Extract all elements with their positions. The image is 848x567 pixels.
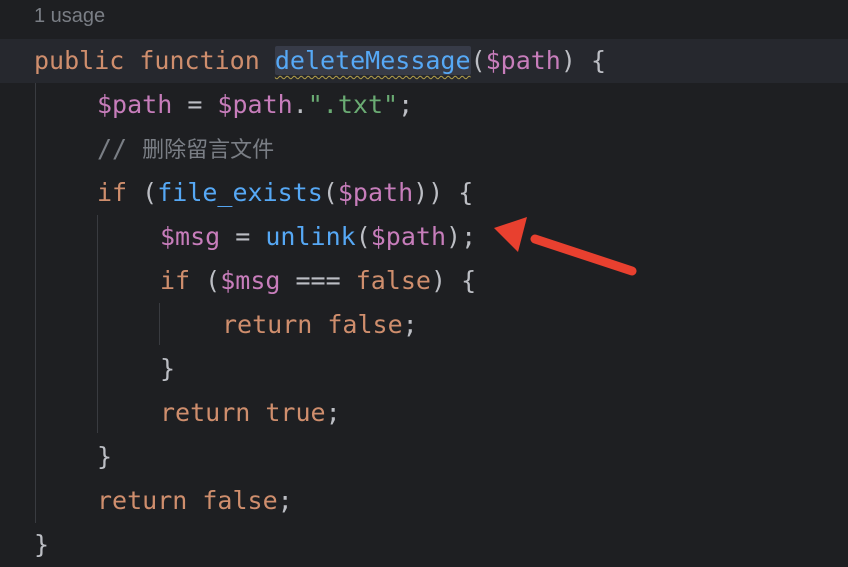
punctuation: ) {	[560, 46, 607, 75]
operator: =	[172, 90, 218, 119]
keyword-return: return	[222, 310, 313, 339]
code-line-1[interactable]: public function deleteMessage($path) {	[34, 39, 606, 83]
punctuation: ;	[402, 310, 418, 339]
keyword-return: return	[97, 486, 188, 515]
keyword-false: false	[202, 486, 278, 515]
keyword-public: public	[34, 46, 125, 75]
code-line-7[interactable]: return false;	[222, 303, 418, 347]
indent-guide	[97, 215, 98, 433]
closing-brace: }	[160, 354, 176, 383]
function-call-unlink: unlink	[265, 222, 356, 251]
operator: =	[220, 222, 266, 251]
code-line-6[interactable]: if ($msg === false) {	[160, 259, 476, 303]
punctuation: ;	[277, 486, 293, 515]
keyword-false: false	[327, 310, 403, 339]
punctuation: )) {	[413, 178, 474, 207]
keyword-false: false	[355, 266, 431, 295]
punctuation: (	[322, 178, 338, 207]
punctuation: ;	[325, 398, 341, 427]
usage-hint-link[interactable]: 1 usage	[34, 5, 105, 28]
code-line-2[interactable]: $path = $path.".txt";	[97, 83, 413, 127]
keyword-true: true	[265, 398, 326, 427]
punctuation: ;	[398, 90, 414, 119]
keyword-function: function	[139, 46, 260, 75]
parameter-path: $path	[485, 46, 561, 75]
code-line-10[interactable]: }	[97, 435, 112, 479]
variable-path: $path	[217, 90, 293, 119]
code-line-8[interactable]: }	[160, 347, 175, 391]
string-literal: ".txt"	[307, 90, 399, 119]
punctuation: );	[446, 222, 477, 251]
code-line-5[interactable]: $msg = unlink($path);	[160, 215, 476, 259]
indent-guide	[159, 303, 160, 345]
indent-guide	[35, 83, 36, 523]
keyword-if: if	[160, 266, 191, 295]
punctuation: ) {	[430, 266, 477, 295]
punctuation: (	[190, 266, 221, 295]
punctuation: (	[470, 46, 486, 75]
variable-msg: $msg	[160, 222, 221, 251]
comment-slashes: //	[97, 134, 143, 163]
comment-text: 删除留言文件	[142, 138, 275, 163]
punctuation: (	[127, 178, 158, 207]
operator: ===	[280, 266, 356, 295]
function-name-declaration[interactable]: deleteMessage	[274, 46, 471, 75]
code-line-4[interactable]: if (file_exists($path)) {	[97, 171, 473, 215]
variable-msg: $msg	[220, 266, 281, 295]
code-line-9[interactable]: return true;	[160, 391, 341, 435]
operator: .	[292, 90, 308, 119]
code-editor[interactable]: 1 usage public function deleteMessage($p…	[0, 0, 848, 564]
keyword-if: if	[97, 178, 128, 207]
code-line-3[interactable]: // 删除留言文件	[97, 127, 274, 171]
closing-brace: }	[34, 530, 50, 559]
function-call-file-exists: file_exists	[157, 178, 323, 207]
closing-brace: }	[97, 442, 113, 471]
variable-path: $path	[370, 222, 447, 251]
punctuation: (	[355, 222, 371, 251]
variable-path: $path	[337, 178, 414, 207]
keyword-return: return	[160, 398, 251, 427]
code-line-11[interactable]: return false;	[97, 479, 293, 523]
variable-path: $path	[97, 90, 173, 119]
code-line-12[interactable]: }	[34, 523, 49, 567]
